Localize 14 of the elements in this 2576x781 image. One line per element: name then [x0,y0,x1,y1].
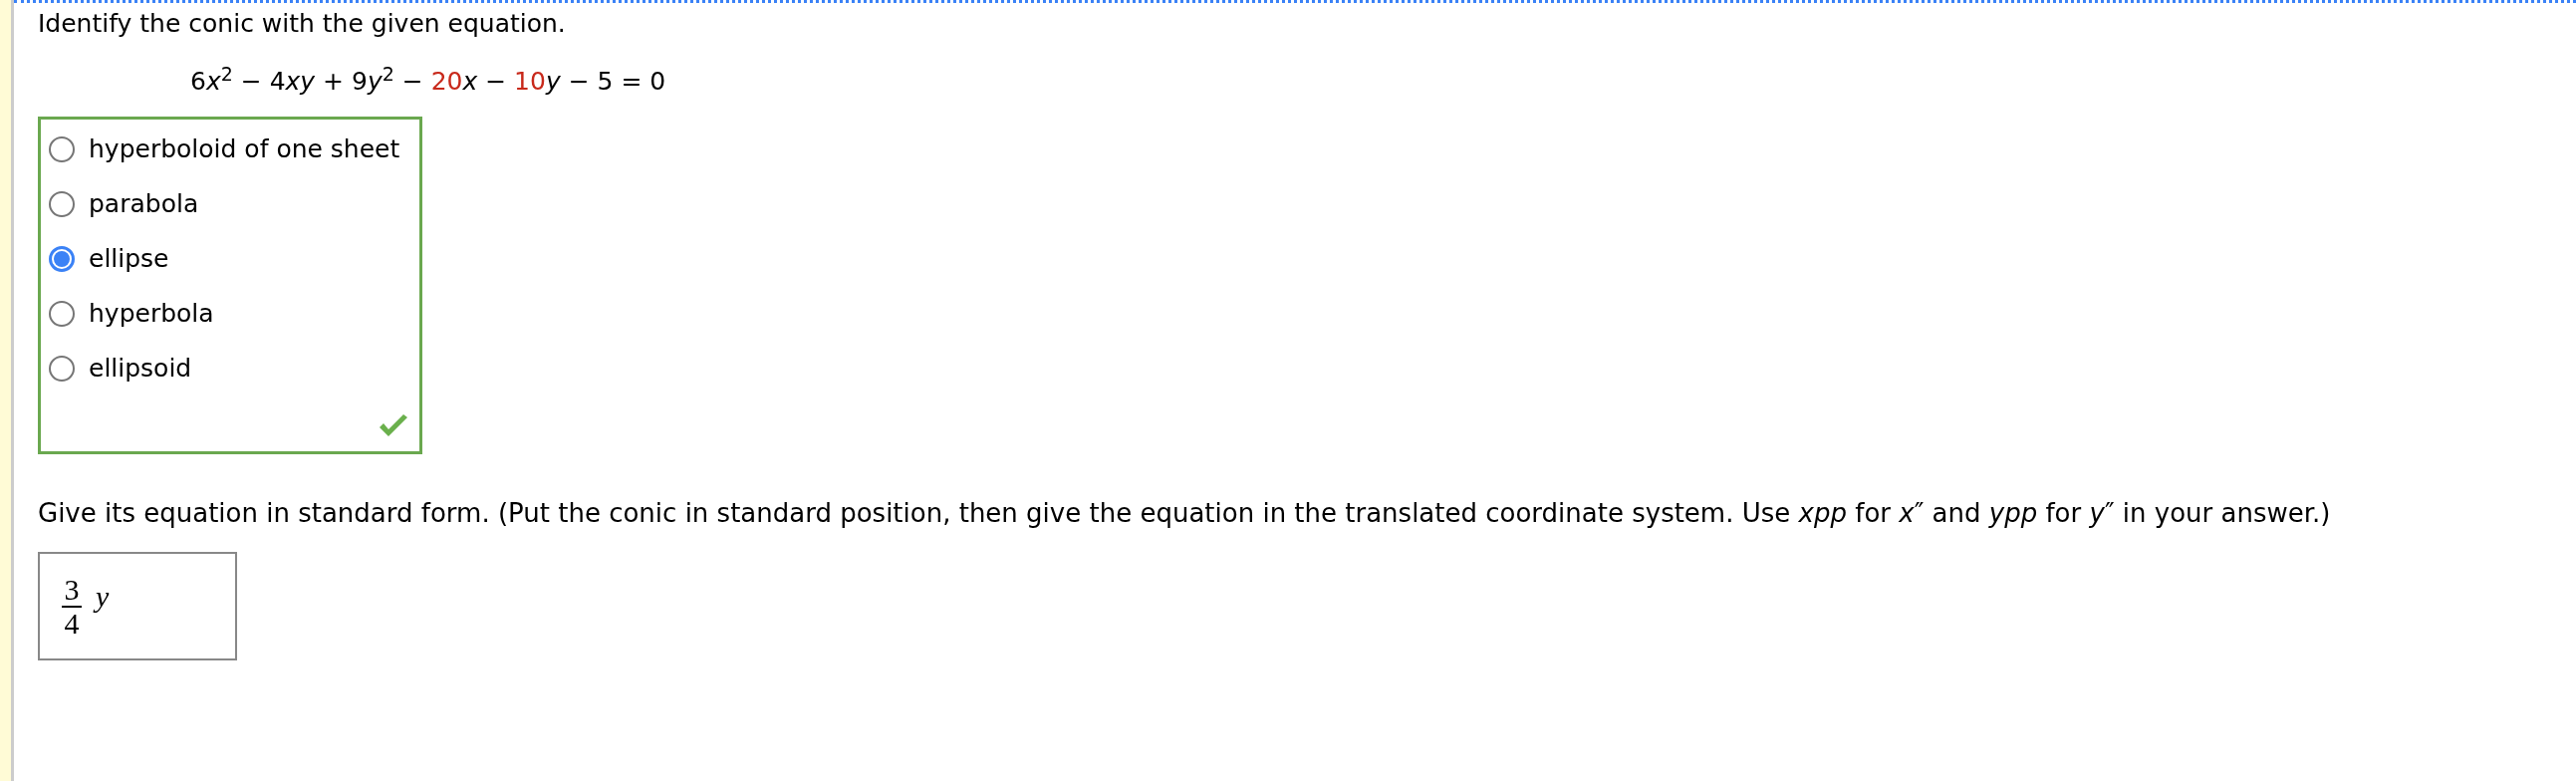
question-prompt: Give its equation in standard form. (Put the conic in standard position, then give the equation in the translated coordinate system. Use xpp for x″ and ypp for y″ in your answer.) [38,497,2331,531]
radio-option[interactable]: hyperboloid of one sheet [49,131,400,167]
radio-button[interactable] [49,355,75,382]
radio-button[interactable] [49,245,75,272]
radio-option[interactable]: hyperbola [49,296,214,332]
radio-button[interactable] [49,190,75,217]
answer-field[interactable]: 3 4 y [38,552,237,661]
radio-button[interactable] [49,300,75,327]
radio-option[interactable]: parabola [49,186,199,222]
question-prompt: Identify the conic with the given equation. [38,8,566,40]
radio-option[interactable]: ellipsoid [49,351,192,387]
radio-option[interactable]: ellipse [49,241,169,277]
equation: 6x$^{2}$ − 4xy + 9y$^{2}$ − 20x − 10y − 5 = 0 [190,65,666,99]
radio-button[interactable] [49,135,75,162]
